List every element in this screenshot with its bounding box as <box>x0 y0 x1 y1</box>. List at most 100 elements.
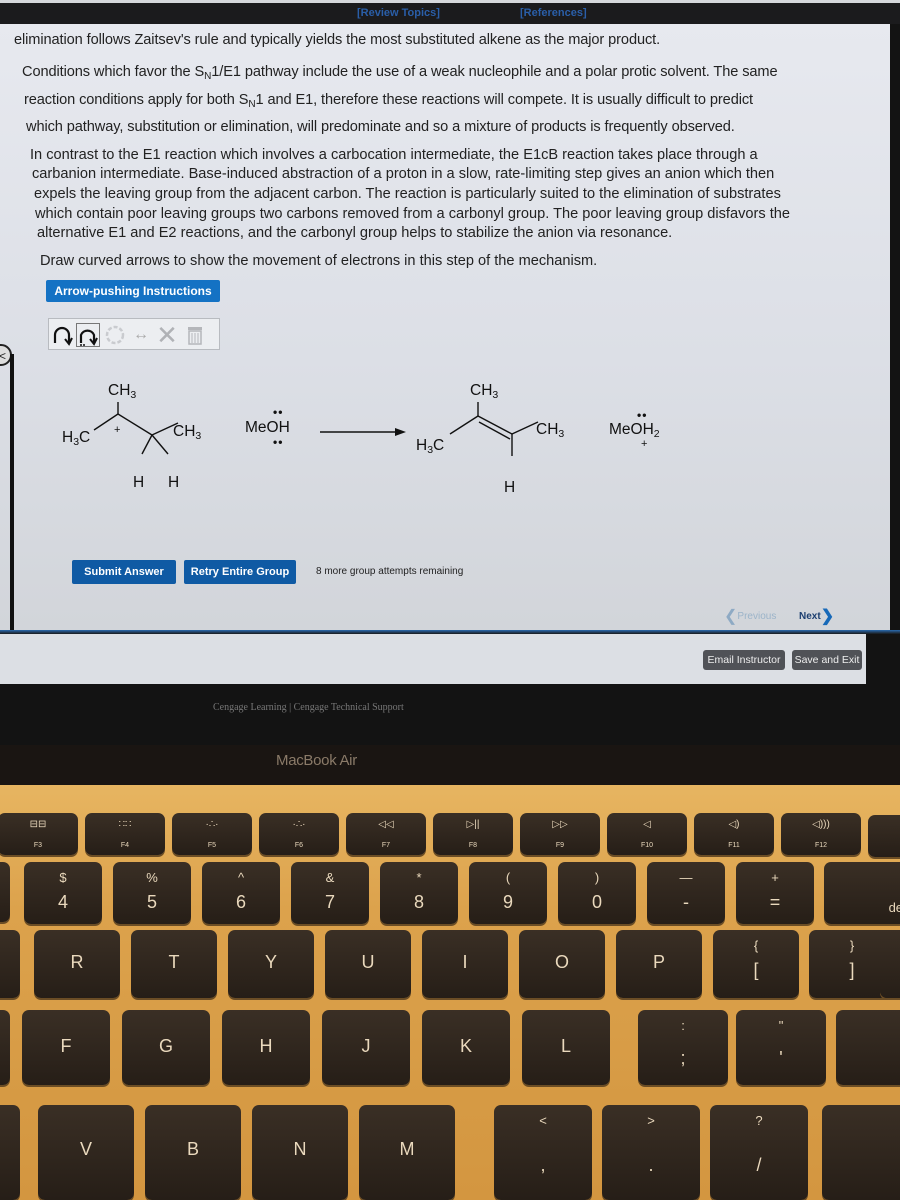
key--[interactable]: — - <box>647 862 725 924</box>
key-v[interactable]: V <box>38 1105 134 1200</box>
bond <box>449 415 479 435</box>
fkey-icon: ·∴· <box>292 819 306 830</box>
key-symbol: . <box>648 1155 654 1175</box>
key-symbol: T <box>168 952 180 972</box>
key-symbol: B <box>186 1139 199 1159</box>
key-r[interactable]: R <box>34 930 120 998</box>
bond <box>141 434 153 455</box>
bond-lines <box>93 402 539 456</box>
submit-answer-button[interactable]: Submit Answer <box>72 560 176 584</box>
key-k[interactable]: K <box>422 1010 510 1085</box>
key-f[interactable]: F <box>22 1010 110 1085</box>
key-shift-symbol: ) <box>594 870 600 885</box>
key-=[interactable]: + = <box>736 862 814 924</box>
lone-pair: •• <box>637 408 648 422</box>
key-shift-symbol: > <box>647 1113 655 1128</box>
text: CH <box>108 382 131 399</box>
hydrogen-atom[interactable]: H <box>133 474 144 492</box>
reactant-left-methyl: H3C <box>62 429 90 448</box>
key-7[interactable]: & 7 <box>291 862 369 924</box>
email-instructor-button[interactable]: Email Instructor <box>703 650 785 670</box>
key-bracket-0[interactable]: {[ <box>713 930 799 998</box>
review-topics-link[interactable]: [Review Topics] <box>357 7 440 19</box>
function-key-f7[interactable]: ◁◁ F7 <box>346 813 426 855</box>
function-key-f10[interactable]: ◁ F10 <box>607 813 687 855</box>
function-key-f9[interactable]: ▷▷ F9 <box>520 813 600 855</box>
key-c[interactable] <box>0 1105 20 1200</box>
key-6[interactable]: ^ 6 <box>202 862 280 924</box>
key-p[interactable]: P <box>616 930 702 998</box>
key-symbol: Y <box>264 952 277 972</box>
key-9[interactable]: (9 <box>469 862 547 924</box>
fkey-label: F4 <box>120 842 130 849</box>
hydrogen-atom[interactable]: H <box>168 474 179 492</box>
function-key-f6[interactable]: ·∴· F6 <box>259 813 339 855</box>
key-e[interactable] <box>0 930 20 998</box>
key-symbol: U <box>361 952 375 972</box>
key-symbol: 5 <box>146 892 157 912</box>
attempts-remaining: 8 more group attempts remaining <box>316 566 464 577</box>
fkey-label: F6 <box>294 842 304 849</box>
function-key-f5[interactable]: ·∴· F5 <box>172 813 252 855</box>
key-shift-symbol: { <box>753 938 759 953</box>
return-key[interactable] <box>836 1010 900 1085</box>
key-3[interactable] <box>0 862 10 922</box>
function-key-f8[interactable]: ▷|| F8 <box>433 813 513 855</box>
chevron-left-icon: ❮ <box>724 608 738 625</box>
key-shift-symbol: ? <box>755 1113 763 1128</box>
lone-pair[interactable]: •• <box>273 405 283 419</box>
key-punct-1[interactable]: " ' <box>736 1010 826 1085</box>
key-shift-symbol: " <box>778 1018 784 1033</box>
key-u[interactable]: U <box>325 930 411 998</box>
key-t[interactable]: T <box>131 930 217 998</box>
text: H <box>62 429 74 446</box>
key-0[interactable]: ) 0 <box>558 862 636 924</box>
fkey-label: F9 <box>555 842 565 849</box>
key-punct-0[interactable]: :; <box>638 1010 728 1085</box>
function-key-f12[interactable]: ◁))) F12 <box>781 813 861 855</box>
key-punct-b0[interactable]: <, <box>494 1105 592 1200</box>
key-symbol: J <box>361 1036 371 1056</box>
right-shift-key[interactable] <box>822 1105 900 1200</box>
text: CH <box>173 423 196 440</box>
delete-key[interactable]: delete <box>824 862 900 924</box>
key-g[interactable]: G <box>122 1010 210 1085</box>
lone-pair[interactable]: •• <box>273 435 283 449</box>
save-and-exit-button[interactable]: Save and Exit <box>792 650 862 670</box>
key-h[interactable]: H <box>222 1010 310 1085</box>
key-i[interactable]: I <box>422 930 508 998</box>
retry-entire-group-button[interactable]: Retry Entire Group <box>184 560 296 584</box>
key-8[interactable]: * 8 <box>380 862 458 924</box>
key-backslash[interactable] <box>880 930 900 998</box>
key-j[interactable]: J <box>322 1010 410 1085</box>
next-link[interactable]: Next❯ <box>799 606 834 626</box>
fkey-icon: ▷|| <box>466 819 480 830</box>
key-symbol: 6 <box>235 892 246 912</box>
key-symbol: O <box>554 952 569 972</box>
references-link[interactable]: [References] <box>520 7 587 19</box>
text: C <box>79 429 91 446</box>
function-key-f4[interactable]: ∷∷ F4 <box>85 813 165 855</box>
key-symbol: L <box>560 1036 571 1056</box>
key-d[interactable] <box>0 1010 10 1085</box>
key-n[interactable]: N <box>252 1105 348 1200</box>
function-key-f11[interactable]: ◁) F11 <box>694 813 774 855</box>
key-shift-symbol: — <box>679 870 693 885</box>
key-symbol: I <box>462 952 468 972</box>
product-left-methyl: H3C <box>416 437 444 456</box>
key-o[interactable]: O <box>519 930 605 998</box>
key-4[interactable]: $4 <box>24 862 102 924</box>
function-key-f3[interactable]: ⊟⊟ F3 <box>0 813 78 855</box>
key-punct-b2[interactable]: ? / <box>710 1105 808 1200</box>
key-m[interactable]: M <box>359 1105 455 1200</box>
previous-link[interactable]: ❮Previous <box>724 606 776 626</box>
key-l[interactable]: L <box>522 1010 610 1085</box>
touch-id-key[interactable] <box>868 815 900 857</box>
footer-credits[interactable]: Cengage Learning | Cengage Technical Sup… <box>213 702 404 713</box>
key-5[interactable]: % 5 <box>113 862 191 924</box>
key-b[interactable]: B <box>145 1105 241 1200</box>
text: MeOH <box>609 421 654 438</box>
key-symbol: R <box>70 952 84 972</box>
key-punct-b1[interactable]: >. <box>602 1105 700 1200</box>
key-y[interactable]: Y <box>228 930 314 998</box>
